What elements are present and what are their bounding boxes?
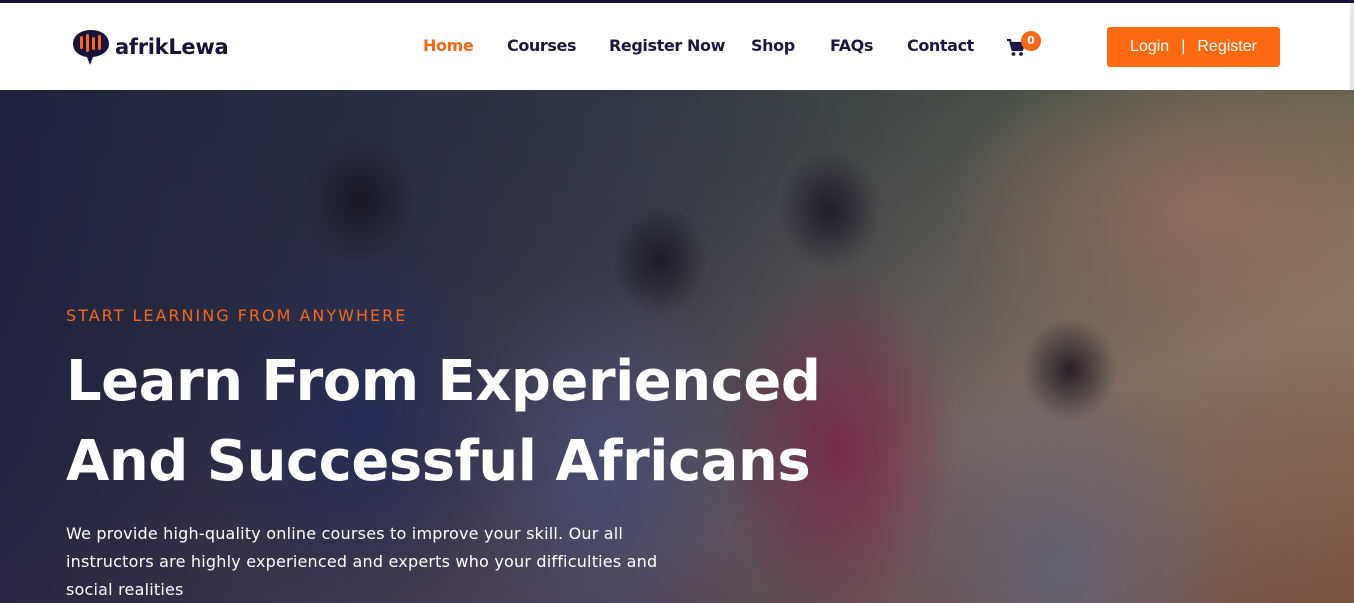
auth-button-group: Login | Register xyxy=(1107,27,1280,67)
hero-section: START LEARNING FROM ANYWHERE Learn From … xyxy=(0,90,1354,603)
nav-item-contact[interactable]: Contact xyxy=(907,36,974,55)
auth-separator: | xyxy=(1181,38,1186,55)
logo-icon xyxy=(73,30,109,65)
cart-count-badge: 0 xyxy=(1021,31,1041,51)
hero-description: We provide high-quality online courses t… xyxy=(66,524,658,599)
nav-item-home[interactable]: Home xyxy=(423,36,474,55)
cart-button[interactable]: 0 xyxy=(1006,31,1042,61)
nav-item-faqs[interactable]: FAQs xyxy=(830,36,873,55)
nav-item-courses[interactable]: Courses xyxy=(507,36,577,55)
login-link[interactable]: Login xyxy=(1130,38,1169,56)
nav-item-shop[interactable]: Shop xyxy=(751,36,795,55)
nav-item-register-now[interactable]: Register Now xyxy=(609,36,725,55)
site-header: afrikLewa Home Courses Register Now Shop… xyxy=(0,3,1354,90)
register-link[interactable]: Register xyxy=(1197,38,1257,56)
hero-title-line-2: And Successful Africans xyxy=(66,429,811,494)
brand-logo[interactable]: afrikLewa xyxy=(71,27,229,67)
hero-title-line-1: Learn From Experienced xyxy=(66,349,821,414)
brand-name: afrikLewa xyxy=(115,35,229,59)
hero-title: Learn From Experienced And Successful Af… xyxy=(66,342,826,502)
hero-eyebrow: START LEARNING FROM ANYWHERE xyxy=(66,306,408,325)
